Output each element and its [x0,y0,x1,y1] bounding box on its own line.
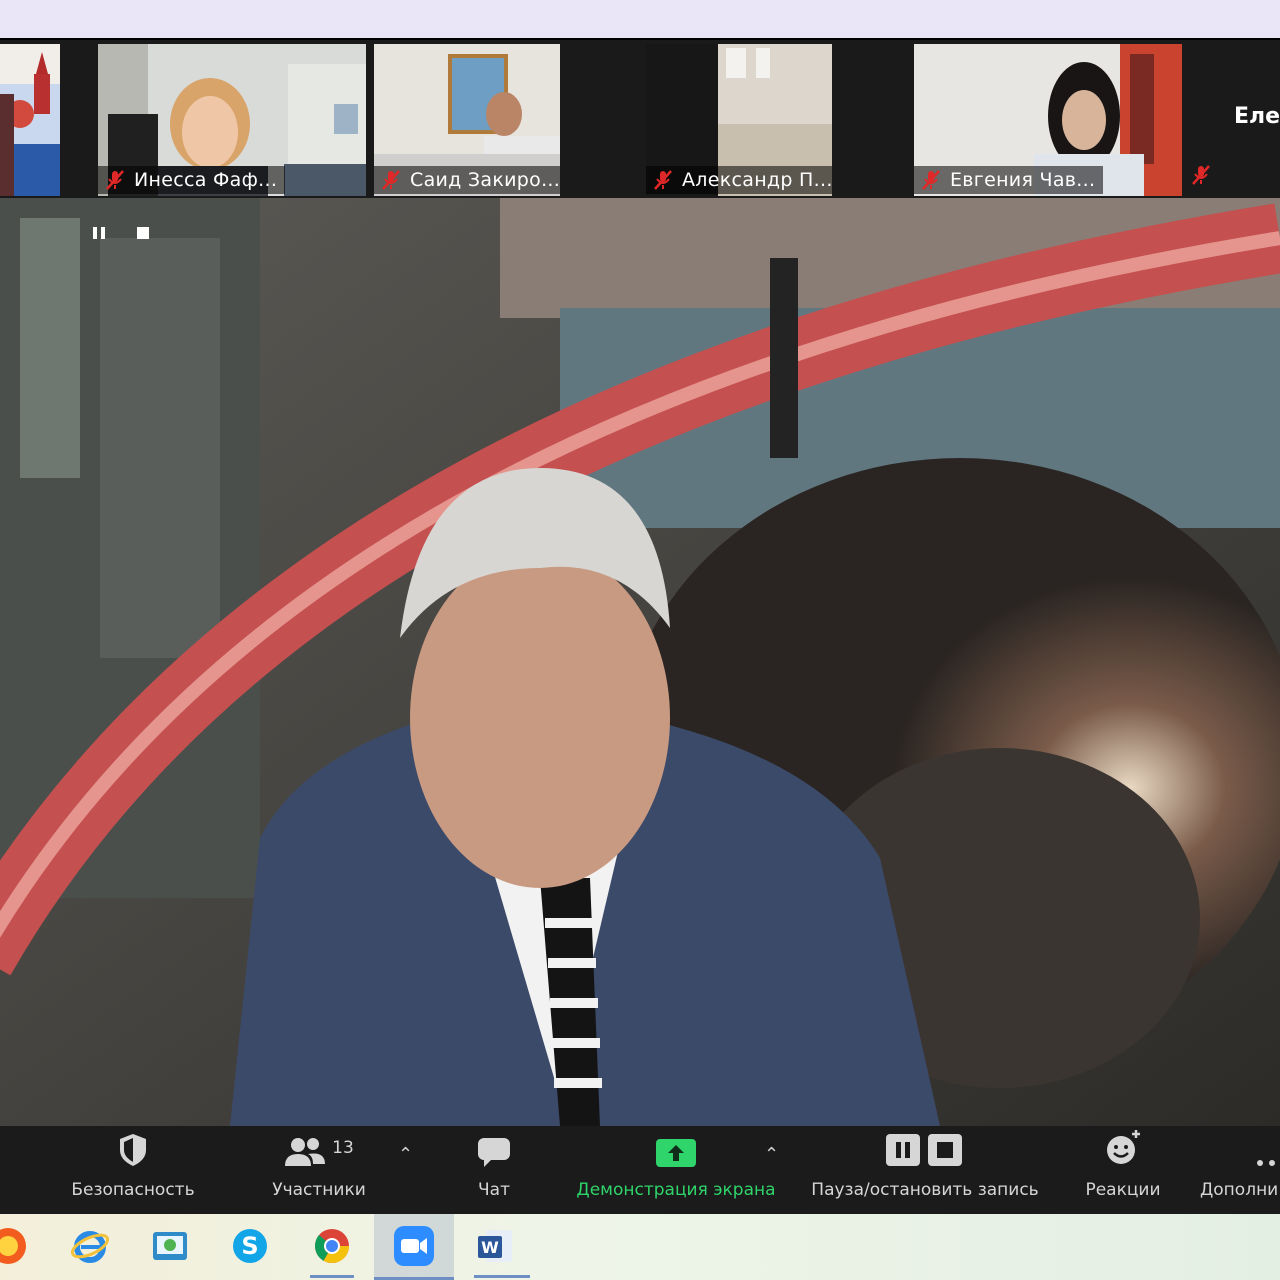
security-label: Безопасность [71,1180,195,1200]
muted-mic-icon [382,170,400,190]
skype-icon: S [233,1229,267,1263]
internet-explorer-icon [70,1231,110,1263]
muted-mic-icon [1192,165,1210,185]
muted-mic-icon [654,170,672,190]
participants-label: Участники [272,1180,366,1200]
participant-name: Инесса Фаф... [134,169,278,191]
chat-button[interactable]: Чат [466,1126,522,1214]
share-screen-label: Демонстрация экрана [576,1180,776,1200]
chrome-taskbar-button[interactable] [310,1224,354,1278]
record-pause-stop-icon [886,1134,962,1166]
share-screen-button[interactable]: Демонстрация экрана [570,1126,782,1214]
participant-video-1 [0,44,60,196]
skype-taskbar-button[interactable]: S [228,1224,272,1268]
participants-icon [285,1138,326,1166]
zoom-taskbar-button[interactable] [392,1224,436,1268]
zoom-window: Инесса Фаф... Саид Закиро... Александр П… [0,0,1280,1280]
photo-viewer-taskbar-button[interactable] [148,1224,192,1268]
yandex-browser-taskbar-button[interactable] [0,1224,30,1268]
participant-tile-5[interactable]: Евгения Чав... [914,44,1182,196]
os-taskbar: S W [0,1214,1280,1280]
participant-namebar: Александр П... [646,166,832,194]
participant-namebar: Инесса Фаф... [98,166,286,194]
more-button[interactable]: Дополни [1200,1126,1280,1214]
reactions-button[interactable]: Реакции [1080,1126,1166,1214]
meeting-toolbar: Безопасность 13 Участники ⌃ Чат Демонстр… [0,1126,1280,1214]
participant-namebar: Саид Закиро... [374,166,560,194]
chat-label: Чат [478,1180,510,1200]
active-speaker-video[interactable] [0,198,1280,1126]
chat-bubble-icon [478,1138,510,1167]
record-label: Пауза/остановить запись [811,1180,1039,1200]
shield-icon [120,1134,146,1166]
reaction-smiley-icon [1107,1130,1140,1164]
participant-tile-4[interactable]: Александр П... [646,44,832,196]
recording-controls [88,222,154,244]
more-dots-icon [1257,1160,1275,1166]
zoom-icon [394,1226,434,1266]
stop-recording-button[interactable] [132,222,154,244]
word-running-indicator [474,1275,530,1278]
internet-explorer-taskbar-button[interactable] [68,1224,112,1268]
window-top-margin [0,0,1280,38]
share-screen-icon [656,1139,696,1167]
pause-recording-button[interactable] [88,222,110,244]
participant-name: Александр П... [682,169,832,191]
more-label: Дополни [1200,1180,1279,1200]
svg-text:W: W [481,1238,499,1257]
reactions-label: Реакции [1085,1180,1161,1200]
participants-button[interactable]: 13 Участники [268,1126,370,1214]
pause-icon [93,227,105,239]
share-options-chevron-up-icon[interactable]: ⌃ [764,1144,779,1165]
word-taskbar-button[interactable]: W [474,1224,530,1278]
participant-namebar: Евгения Чав... [914,166,1104,194]
participant-tile-3[interactable]: Саид Закиро... [374,44,560,196]
participant-tile-1[interactable] [0,44,60,196]
participant-name-overflow[interactable]: Елен [1234,104,1280,129]
participants-options-chevron-up-icon[interactable]: ⌃ [398,1144,413,1165]
photo-viewer-icon [153,1232,187,1260]
participants-count: 13 [332,1138,354,1158]
participant-tile-2[interactable]: Инесса Фаф... [98,44,366,196]
chrome-icon [314,1229,349,1263]
word-icon: W [478,1230,512,1262]
muted-mic-icon [922,170,940,190]
security-button[interactable]: Безопасность [68,1126,198,1214]
gallery-strip: Инесса Фаф... Саид Закиро... Александр П… [0,38,1280,198]
muted-mic-icon [106,170,124,190]
yandex-icon [0,1228,26,1264]
svg-text:S: S [241,1232,258,1260]
pause-stop-recording-button[interactable]: Пауза/остановить запись [804,1126,1046,1214]
speaker-video-frame [0,198,1280,1126]
stop-icon [137,227,149,239]
participant-name: Саид Закиро... [410,169,560,191]
chrome-running-indicator [310,1275,354,1278]
participant-name: Евгения Чав... [950,169,1096,191]
